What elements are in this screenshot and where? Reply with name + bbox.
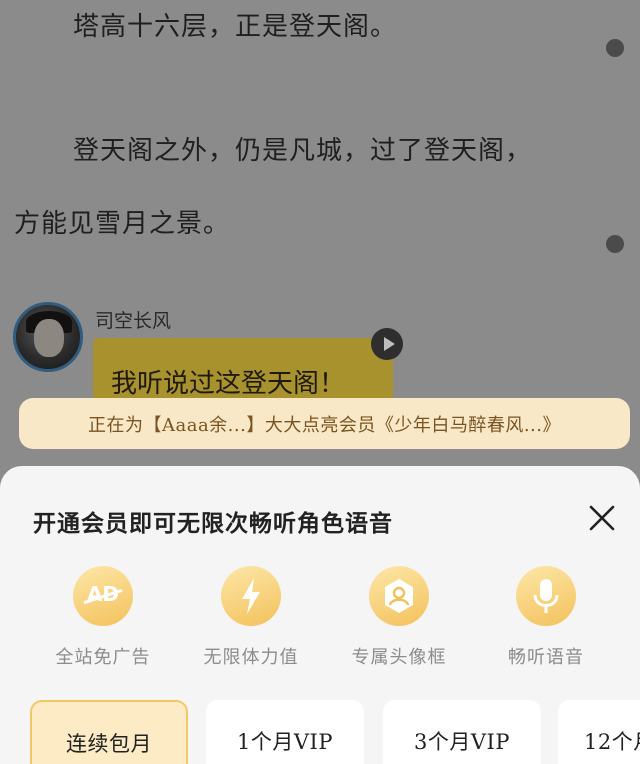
text-line: 登天阁之外，仍是凡城，过了登天阁，	[73, 136, 533, 166]
microphone-icon	[516, 566, 576, 626]
plan-1-month[interactable]: 1个月VIP	[206, 700, 364, 764]
plan-label: 3个月VIP	[414, 730, 510, 754]
speaker-name: 司空长风	[95, 310, 172, 332]
text-line: 方能见雪月之景。	[14, 209, 231, 239]
benefit-label: 专属头像框	[351, 647, 447, 668]
ad-free-icon: AD	[73, 566, 133, 626]
benefit-ad-free: AD 全站免广告	[43, 566, 163, 669]
play-voice-icon[interactable]	[371, 328, 403, 360]
plan-label: 12个月VIP	[584, 730, 640, 754]
benefit-voice: 畅听语音	[486, 566, 606, 669]
avatar[interactable]	[13, 302, 83, 372]
plan-label: 1个月VIP	[237, 730, 333, 754]
lightning-icon	[221, 566, 281, 626]
benefit-label: 畅听语音	[508, 647, 584, 668]
plan-12-months[interactable]: 12个月VIP	[558, 700, 640, 764]
plan-monthly-auto[interactable]: 连续包月	[30, 700, 188, 764]
close-icon[interactable]	[584, 500, 620, 536]
benefit-stamina: 无限体力值	[191, 566, 311, 669]
membership-toast: 正在为【Aaaa余...】大大点亮会员《少年白马醉春风...》	[19, 398, 630, 449]
benefit-avatar-frame: 专属头像框	[339, 566, 459, 669]
plan-label: 连续包月	[66, 732, 152, 756]
vip-bottom-sheet: 开通会员即可无限次畅听角色语音 AD 全站免广告 无限体力值 专属头像框	[0, 466, 640, 764]
benefit-label: 无限体力值	[203, 647, 299, 668]
sheet-title: 开通会员即可无限次畅听角色语音	[33, 510, 393, 537]
text-line: 塔高十六层，正是登天阁。	[73, 12, 398, 42]
scroll-marker	[606, 39, 624, 57]
avatar-frame-icon	[369, 566, 429, 626]
scroll-marker	[606, 235, 624, 253]
benefit-label: 全站免广告	[55, 647, 151, 668]
toast-text: 正在为【Aaaa余...】大大点亮会员《少年白马醉春风...》	[87, 414, 562, 436]
plan-3-months[interactable]: 3个月VIP	[383, 700, 541, 764]
dialogue-text: 我听说过这登天阁！	[111, 369, 346, 399]
